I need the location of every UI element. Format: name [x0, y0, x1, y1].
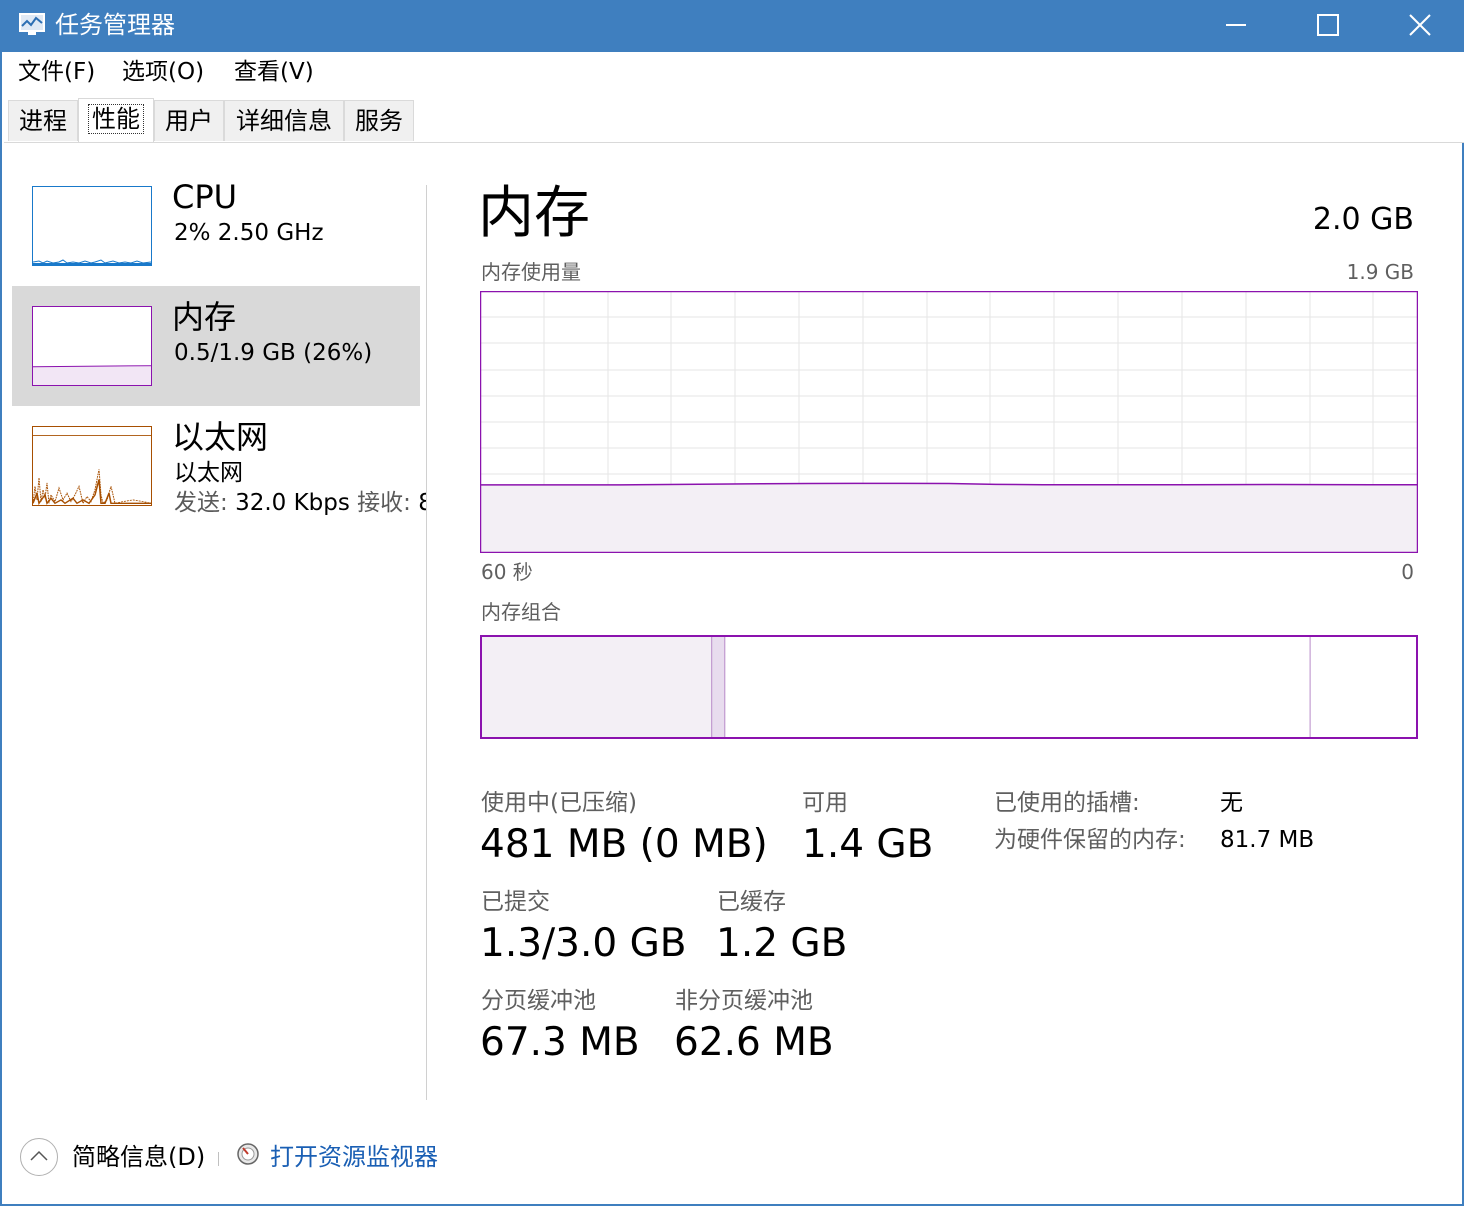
cpu-thumbnail-graph: [32, 186, 152, 266]
ethernet-thumbnail-graph: [32, 426, 152, 506]
axis-left-label: 60 秒: [481, 560, 533, 584]
composition-modified: [711, 635, 725, 739]
in-use-label: 使用中(已压缩): [481, 790, 637, 816]
receive-value: 8: [418, 490, 426, 516]
slots-value: 无: [1220, 790, 1243, 816]
chevron-up-icon: [30, 1150, 48, 1161]
tab-services[interactable]: 服务: [344, 100, 414, 141]
reserved-value: 81.7 MB: [1220, 827, 1315, 853]
menu-options[interactable]: 选项(O): [122, 56, 204, 88]
nonpaged-pool-value: 62.6 MB: [674, 1020, 834, 1065]
usage-graph-label: 内存使用量: [481, 260, 581, 284]
sidebar-memory-title: 内存: [172, 298, 237, 336]
maximize-button[interactable]: [1282, 0, 1374, 50]
minimize-icon: [1226, 24, 1246, 26]
tab-performance[interactable]: 性能: [78, 98, 154, 142]
send-label: 发送:: [174, 490, 228, 516]
axis-right-label: 0: [1401, 560, 1414, 584]
in-use-value: 481 MB (0 MB): [480, 822, 768, 867]
minimize-button[interactable]: [1190, 0, 1282, 50]
usage-series-area: [480, 483, 1418, 553]
reserved-label: 为硬件保留的内存:: [994, 827, 1186, 853]
close-button[interactable]: [1374, 0, 1464, 50]
sidebar-item-ethernet[interactable]: 以太网 以太网 发送: 32.0 Kbps 接收: 8: [12, 406, 426, 526]
sidebar-item-cpu[interactable]: CPU 2% 2.50 GHz: [12, 166, 420, 286]
sidebar-divider[interactable]: [426, 185, 427, 1100]
close-icon: [1409, 14, 1431, 36]
memory-thumbnail-graph: [32, 306, 152, 386]
resource-sidebar: CPU 2% 2.50 GHz 内存 0.5/1.9 GB (26%) 以太网 …: [2, 142, 426, 1102]
memory-thumbnail-line: [33, 365, 151, 368]
menu-bar: 文件(F) 选项(O) 查看(V): [4, 52, 1464, 93]
tab-label: 用户: [165, 107, 213, 135]
sidebar-ethernet-throughput: 发送: 32.0 Kbps 接收: 8: [174, 488, 426, 518]
cached-value: 1.2 GB: [716, 921, 848, 966]
nonpaged-pool-label: 非分页缓冲池: [675, 988, 813, 1014]
open-resource-monitor-link[interactable]: 打开资源监视器: [270, 1140, 438, 1174]
tab-label: 进程: [19, 107, 67, 135]
resource-monitor-icon[interactable]: [236, 1142, 260, 1166]
title-bar[interactable]: 任务管理器: [2, 0, 1464, 52]
task-manager-window: 任务管理器 文件(F) 选项(O) 查看(V) 进程 性能 用户 详细信息 服务…: [0, 0, 1464, 1206]
receive-label: 接收:: [357, 490, 411, 516]
available-value: 1.4 GB: [802, 822, 934, 867]
tab-processes[interactable]: 进程: [8, 100, 78, 141]
sidebar-item-memory[interactable]: 内存 0.5/1.9 GB (26%): [12, 286, 420, 406]
tab-label: 服务: [355, 107, 403, 135]
send-value: 32.0 Kbps: [235, 490, 350, 516]
window-title: 任务管理器: [55, 11, 175, 39]
page-title: 内存: [478, 181, 590, 246]
fewer-details-label[interactable]: 简略信息(D): [72, 1140, 205, 1174]
paged-pool-label: 分页缓冲池: [481, 988, 596, 1014]
memory-composition-bar: [480, 635, 1418, 739]
usage-graph-max: 1.9 GB: [1346, 260, 1414, 284]
memory-total: 2.0 GB: [1312, 202, 1414, 237]
tab-users[interactable]: 用户: [154, 100, 224, 141]
sidebar-ethernet-title: 以太网: [172, 418, 269, 456]
footer-bar: 简略信息(D) 打开资源监视器: [4, 1130, 1464, 1190]
sidebar-ethernet-subtitle: 以太网: [174, 460, 243, 486]
committed-value: 1.3/3.0 GB: [480, 921, 687, 966]
sidebar-memory-subtitle: 0.5/1.9 GB (26%): [174, 340, 373, 366]
menu-file[interactable]: 文件(F): [18, 56, 95, 88]
composition-label: 内存组合: [481, 600, 561, 624]
tab-label: 详细信息: [236, 107, 332, 135]
committed-label: 已提交: [481, 889, 550, 915]
memory-usage-graph: [480, 291, 1418, 553]
task-manager-icon: [19, 13, 45, 35]
tab-details[interactable]: 详细信息: [224, 100, 344, 141]
sidebar-cpu-subtitle: 2% 2.50 GHz: [174, 220, 324, 246]
slots-label: 已使用的插槽:: [994, 790, 1140, 816]
footer-separator: [218, 1152, 219, 1166]
maximize-icon: [1317, 14, 1339, 36]
memory-thumbnail-fill: [33, 366, 151, 385]
tab-label: 性能: [88, 104, 144, 134]
sidebar-cpu-title: CPU: [172, 178, 238, 216]
available-label: 可用: [802, 790, 848, 816]
cached-label: 已缓存: [717, 889, 786, 915]
paged-pool-value: 67.3 MB: [480, 1020, 640, 1065]
menu-view[interactable]: 查看(V): [234, 56, 314, 88]
fewer-details-button[interactable]: [20, 1138, 58, 1176]
composition-in-use: [480, 635, 712, 739]
tab-strip: 进程 性能 用户 详细信息 服务: [4, 92, 1464, 143]
